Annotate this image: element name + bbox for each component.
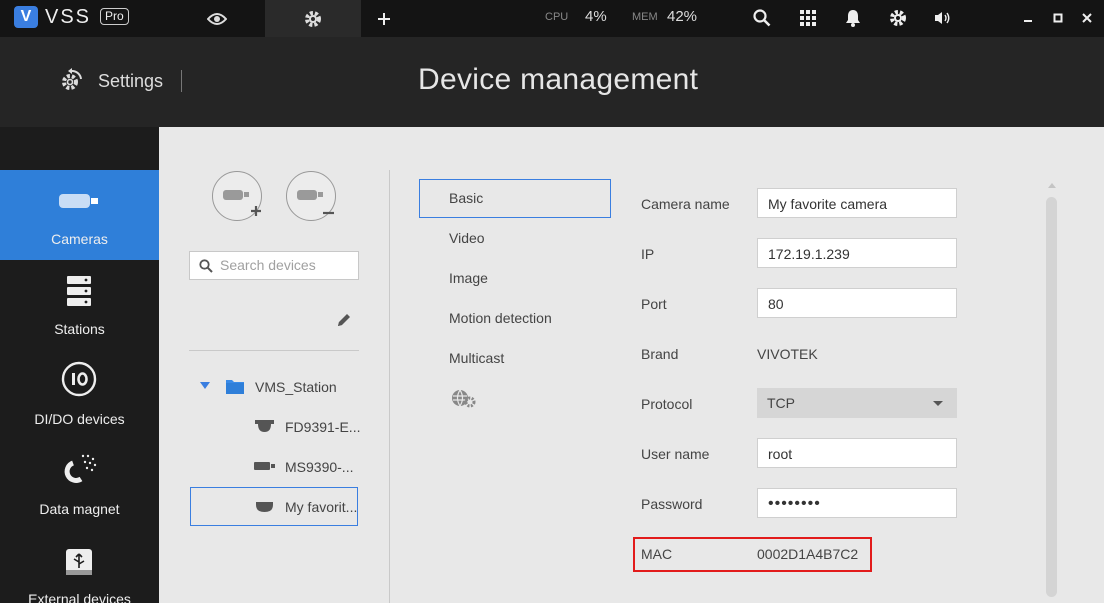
chevron-down-icon — [933, 401, 943, 406]
layout-button[interactable] — [798, 8, 818, 28]
username-label: User name — [641, 446, 710, 462]
brand-value: VIVOTEK — [757, 346, 818, 362]
camera-name-label: Camera name — [641, 196, 730, 212]
port-label: Port — [641, 296, 667, 312]
minimize-button[interactable] — [1018, 8, 1038, 28]
camera-icon — [59, 183, 99, 219]
subtab-multicast[interactable]: Multicast — [449, 350, 504, 366]
search-input[interactable] — [220, 257, 350, 273]
device-item[interactable]: MS9390-... — [285, 459, 353, 475]
settings-label[interactable]: Settings — [98, 71, 163, 92]
volume-icon — [935, 12, 950, 24]
plus-icon — [378, 12, 390, 25]
advanced-settings-icon[interactable] — [451, 389, 477, 409]
protocol-value: TCP — [767, 395, 795, 411]
fisheye-camera-icon — [256, 502, 273, 512]
io-icon — [59, 361, 99, 397]
settings-back-icon[interactable] — [60, 68, 84, 92]
remove-device-button[interactable] — [286, 171, 336, 221]
search-button[interactable] — [752, 8, 772, 28]
mac-value: 0002D1A4B7C2 — [757, 546, 859, 562]
sidebar-item-label: Stations — [54, 321, 105, 337]
top-bar: V VSS Pro CPU 4% MEM 42% — [0, 0, 1104, 37]
search-icon — [753, 9, 771, 27]
sidebar-item-dido[interactable]: DI/DO devices — [0, 350, 159, 440]
cpu-value: 4% — [585, 8, 607, 25]
server-icon — [59, 273, 99, 309]
maximize-icon — [1053, 13, 1063, 23]
gear-icon — [890, 10, 906, 26]
password-field[interactable]: •••••••• — [757, 488, 957, 518]
brand-label: Brand — [641, 346, 679, 362]
page-title: Device management — [418, 63, 699, 96]
protocol-select[interactable]: TCP — [757, 388, 957, 418]
subtab-image[interactable]: Image — [449, 270, 488, 286]
magnet-icon — [59, 452, 99, 488]
sidebar-item-label: Data magnet — [39, 501, 120, 517]
edition-badge: Pro — [100, 8, 129, 25]
maximize-button[interactable] — [1048, 8, 1068, 28]
app-name: VSS — [45, 6, 92, 28]
page-header: Settings Device management — [0, 37, 1104, 127]
mem-label: MEM — [632, 11, 658, 23]
edit-icon[interactable] — [336, 312, 352, 328]
sidebar-item-cameras[interactable]: Cameras — [0, 170, 159, 260]
remove-camera-icon — [297, 190, 334, 215]
logo-letter: V — [20, 8, 32, 25]
tree-divider — [189, 350, 359, 351]
subtab-highlight — [419, 179, 611, 218]
sidebar-item-label: Cameras — [51, 231, 108, 247]
scroll-up-icon[interactable] — [1048, 183, 1056, 188]
notifications-button[interactable] — [843, 8, 863, 28]
minimize-icon — [1024, 20, 1032, 22]
volume-button[interactable] — [933, 8, 953, 28]
sidebar-item-stations[interactable]: Stations — [0, 260, 159, 350]
settings-button[interactable] — [888, 8, 908, 28]
sidebar-item-external-devices[interactable]: External devices — [0, 530, 159, 603]
cpu-label: CPU — [545, 11, 569, 23]
close-icon — [1082, 13, 1092, 23]
header-divider — [181, 70, 182, 92]
sidebar-item-data-magnet[interactable]: Data magnet — [0, 440, 159, 530]
subtab-motion-detection[interactable]: Motion detection — [449, 310, 552, 326]
station-label[interactable]: VMS_Station — [255, 379, 337, 395]
mac-label: MAC — [641, 546, 673, 562]
dome-camera-icon — [255, 420, 274, 432]
close-button[interactable] — [1077, 8, 1097, 28]
protocol-label: Protocol — [641, 396, 693, 412]
subtab-basic[interactable]: Basic — [449, 190, 483, 206]
search-box — [189, 251, 359, 280]
gear-icon — [305, 10, 321, 27]
eye-icon — [207, 12, 227, 25]
ip-label: IP — [641, 246, 655, 262]
tab-add[interactable] — [336, 0, 432, 37]
tab-liveview[interactable] — [169, 0, 265, 37]
search-icon — [199, 259, 213, 273]
bullet-camera-icon — [254, 462, 275, 470]
ip-field[interactable]: 172.19.1.239 — [757, 238, 957, 268]
username-field[interactable]: root — [757, 438, 957, 468]
sidebar-item-label: External devices — [28, 591, 131, 603]
device-item[interactable]: My favorit... — [285, 499, 357, 515]
device-item[interactable]: FD9391-E... — [285, 419, 360, 435]
chevron-down-icon[interactable] — [200, 382, 210, 390]
port-field[interactable]: 80 — [757, 288, 957, 318]
scrollbar[interactable] — [1046, 197, 1057, 597]
sidebar-item-label: DI/DO devices — [34, 411, 125, 427]
add-camera-icon — [223, 190, 261, 216]
folder-icon — [226, 380, 244, 394]
mem-value: 42% — [667, 8, 698, 25]
password-label: Password — [641, 496, 703, 512]
camera-name-field[interactable]: My favorite camera — [757, 188, 957, 218]
add-device-button[interactable] — [212, 171, 262, 221]
bell-icon — [846, 10, 860, 27]
subtab-video[interactable]: Video — [449, 230, 485, 246]
usb-icon — [59, 544, 99, 580]
panel-divider — [389, 170, 390, 603]
grid-icon — [800, 10, 816, 26]
sidebar: Cameras Stations DI/DO devices Data magn… — [0, 127, 159, 603]
